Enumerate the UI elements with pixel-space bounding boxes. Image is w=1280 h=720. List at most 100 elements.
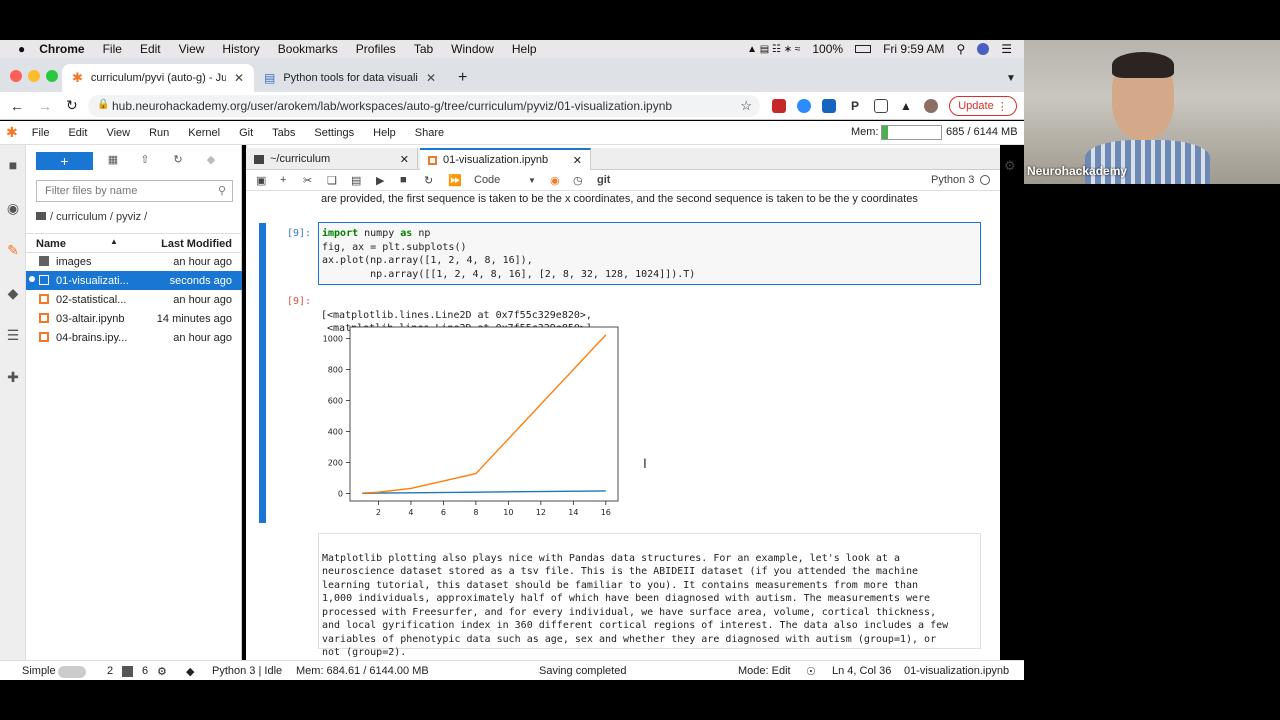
- file-row-selected[interactable]: 01-visualizati... seconds ago: [26, 271, 242, 290]
- battery-percent[interactable]: 100%: [812, 42, 843, 56]
- new-launcher-button[interactable]: +: [36, 152, 93, 170]
- reload-icon[interactable]: ↻: [66, 97, 78, 114]
- menu-help[interactable]: Help: [373, 127, 396, 139]
- folder-icon[interactable]: ■: [5, 157, 21, 173]
- menu-settings[interactable]: Settings: [314, 127, 354, 139]
- paste-icon[interactable]: ▤: [351, 174, 361, 187]
- settings-gear-icon[interactable]: ⚙: [1004, 158, 1016, 174]
- run-icon[interactable]: ▶: [376, 174, 384, 187]
- chevron-down-icon[interactable]: ▼: [528, 176, 536, 185]
- palette-icon[interactable]: ✎: [5, 242, 21, 258]
- menu-git[interactable]: Git: [239, 127, 253, 139]
- palette-icon[interactable]: ◉: [550, 174, 560, 187]
- extension-zoom-icon[interactable]: [797, 99, 811, 113]
- clock-icon[interactable]: ◷: [573, 174, 583, 187]
- close-tab-icon[interactable]: ✕: [573, 154, 582, 167]
- extension-p-icon[interactable]: P: [848, 99, 862, 113]
- breadcrumb-path[interactable]: / curriculum / pyviz /: [50, 211, 147, 223]
- close-tab-icon[interactable]: ✕: [234, 71, 244, 85]
- browser-tab-pyviz[interactable]: ▤ Python tools for data visualiza ✕: [254, 64, 446, 92]
- extensions-icon[interactable]: ✚: [5, 369, 21, 385]
- menubar-edit[interactable]: Edit: [140, 42, 161, 56]
- git-label[interactable]: git: [597, 174, 610, 186]
- menu-kernel[interactable]: Kernel: [188, 127, 220, 139]
- menu-run[interactable]: Run: [149, 127, 169, 139]
- profile-avatar[interactable]: [924, 99, 938, 113]
- markdown-cell[interactable]: Matplotlib plotting also plays nice with…: [318, 533, 981, 658]
- insert-cell-icon[interactable]: +: [280, 174, 286, 186]
- refresh-icon[interactable]: ↻: [171, 153, 185, 167]
- menubar-bookmarks[interactable]: Bookmarks: [278, 42, 338, 56]
- menu-share[interactable]: Share: [415, 127, 444, 139]
- running-icon[interactable]: ◉: [5, 200, 21, 216]
- menubar-history[interactable]: History: [222, 42, 259, 56]
- menubar-tab[interactable]: Tab: [414, 42, 433, 56]
- file-row[interactable]: 02-statistical... an hour ago: [26, 290, 242, 309]
- maximize-window-dot[interactable]: [46, 70, 58, 82]
- cursor-position[interactable]: Ln 4, Col 36: [832, 665, 891, 677]
- tab-notebook[interactable]: 01-visualization.ipynb ✕: [420, 148, 591, 170]
- extension-reader-icon[interactable]: [874, 99, 888, 113]
- menubar-file[interactable]: File: [103, 42, 122, 56]
- menu-edit[interactable]: Edit: [68, 127, 87, 139]
- kernel-status[interactable]: Python 3 | Idle: [212, 665, 282, 677]
- home-folder-icon[interactable]: [36, 212, 46, 220]
- control-center-icon[interactable]: ☰: [1001, 42, 1012, 56]
- save-icon[interactable]: ▣: [256, 174, 266, 187]
- extension-zotero-icon[interactable]: [822, 99, 836, 113]
- back-icon[interactable]: ←: [10, 98, 24, 114]
- breadcrumb[interactable]: / curriculum / pyviz /: [36, 211, 147, 223]
- new-tab-button[interactable]: +: [448, 64, 476, 92]
- restart-icon[interactable]: ↻: [424, 174, 433, 187]
- file-row[interactable]: 04-brains.ipy... an hour ago: [26, 328, 242, 347]
- menu-file[interactable]: File: [32, 127, 50, 139]
- menubar-view[interactable]: View: [179, 42, 205, 56]
- siri-icon[interactable]: [977, 43, 990, 55]
- cell-type-select[interactable]: Code: [474, 174, 500, 186]
- file-row[interactable]: 03-altair.ipynb 14 minutes ago: [26, 309, 242, 328]
- close-tab-icon[interactable]: ✕: [426, 71, 436, 85]
- cut-icon[interactable]: ✂: [303, 174, 312, 187]
- minimize-window-dot[interactable]: [28, 70, 40, 82]
- tab-search-icon[interactable]: ▼: [996, 64, 1020, 92]
- close-window-dot[interactable]: [10, 70, 22, 82]
- kernel-name[interactable]: Python 3: [931, 174, 974, 186]
- new-folder-icon[interactable]: ▦: [106, 153, 120, 167]
- toc-icon[interactable]: ☰: [5, 327, 21, 343]
- file-row[interactable]: images an hour ago: [26, 252, 242, 271]
- upload-icon[interactable]: ⇧: [138, 153, 152, 167]
- address-bar[interactable]: 🔒 hub.neurohackademy.org/user/arokem/lab…: [88, 95, 760, 117]
- git-clone-icon[interactable]: ◆: [204, 153, 218, 167]
- copy-icon[interactable]: ❏: [327, 174, 337, 187]
- update-button[interactable]: Update ⋮: [949, 96, 1017, 116]
- filter-files-input[interactable]: Filter files by name ⚲: [36, 180, 233, 202]
- bookmark-star-icon[interactable]: ☆: [740, 98, 752, 114]
- apple-icon[interactable]: ●: [18, 42, 25, 56]
- fast-forward-icon[interactable]: ⏩: [448, 174, 462, 187]
- sort-asc-icon[interactable]: ▲: [110, 237, 118, 246]
- column-name[interactable]: Name: [36, 238, 66, 250]
- tab-curriculum[interactable]: ~/curriculum ✕: [246, 148, 418, 170]
- git-icon[interactable]: ◆: [186, 665, 194, 678]
- extensions-puzzle-icon[interactable]: ▲: [900, 99, 914, 113]
- browser-tab-jupyter[interactable]: ✱ curriculum/pyvi (auto-g) - Jup ✕: [62, 64, 254, 92]
- spotlight-icon[interactable]: ⚲: [956, 42, 965, 56]
- menu-tabs[interactable]: Tabs: [272, 127, 295, 139]
- status-icons[interactable]: ▲ ▤ ☷ ∗ ≈: [747, 44, 800, 55]
- git-icon[interactable]: ◆: [5, 285, 21, 301]
- code-cell-editor[interactable]: import numpy as np fig, ax = plt.subplots…: [318, 222, 981, 285]
- forward-icon[interactable]: →: [38, 98, 52, 114]
- bug-icon[interactable]: ☉: [806, 665, 816, 678]
- battery-icon[interactable]: [855, 45, 872, 53]
- stop-icon[interactable]: ■: [400, 174, 407, 186]
- menubar-window[interactable]: Window: [451, 42, 494, 56]
- close-tab-icon[interactable]: ✕: [400, 153, 409, 166]
- menu-view[interactable]: View: [106, 127, 130, 139]
- menubar-app-name[interactable]: Chrome: [39, 42, 84, 56]
- extension-lastpass-icon[interactable]: [772, 99, 786, 113]
- menubar-profiles[interactable]: Profiles: [356, 42, 396, 56]
- simple-mode-toggle[interactable]: [58, 666, 86, 678]
- kernel-count[interactable]: 6: [142, 665, 148, 677]
- column-last-modified[interactable]: Last Modified: [161, 238, 232, 250]
- menubar-help[interactable]: Help: [512, 42, 537, 56]
